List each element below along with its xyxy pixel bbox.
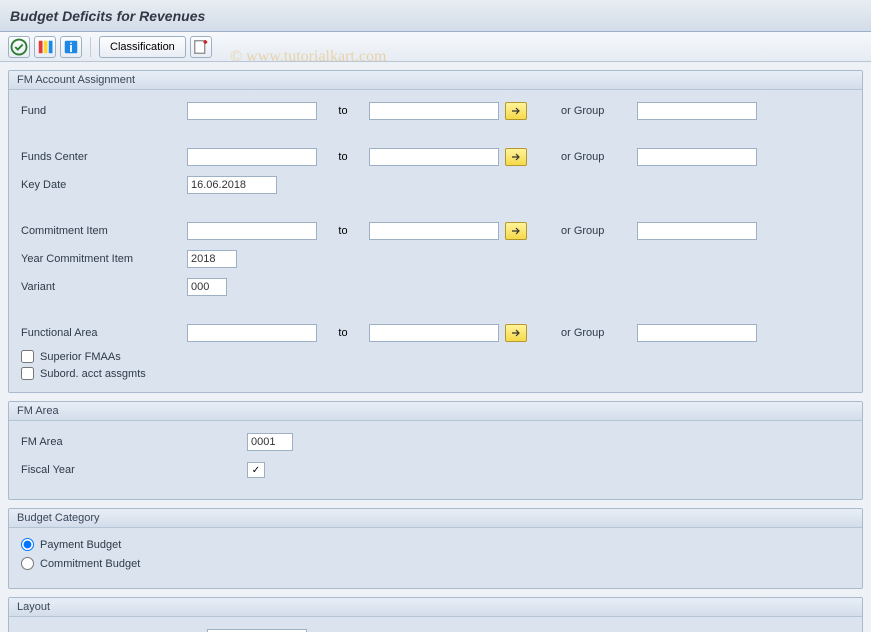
superior-fmaas-label: Superior FMAAs bbox=[40, 351, 121, 363]
checkmark-icon: ✓ bbox=[252, 465, 260, 476]
svg-text:i: i bbox=[69, 41, 72, 55]
variant-button[interactable] bbox=[34, 36, 56, 58]
commitment-budget-radio-row: Commitment Budget bbox=[21, 557, 850, 570]
budget-category-group: Budget Category Payment Budget Commitmen… bbox=[8, 508, 863, 589]
classification-button[interactable]: Classification bbox=[99, 36, 186, 58]
to-label: to bbox=[323, 151, 363, 163]
fund-label: Fund bbox=[21, 105, 181, 117]
fiscal-year-label: Fiscal Year bbox=[21, 464, 241, 476]
key-date-row: Key Date bbox=[21, 174, 850, 196]
application-toolbar: i Classification bbox=[0, 32, 871, 62]
key-date-label: Key Date bbox=[21, 179, 181, 191]
info-icon: i bbox=[61, 37, 81, 57]
or-group-label: or Group bbox=[561, 225, 631, 237]
variant-input[interactable] bbox=[187, 278, 227, 296]
commitment-item-multi-select-button[interactable] bbox=[505, 222, 527, 240]
or-group-label: or Group bbox=[561, 105, 631, 117]
fm-area-row: FM Area bbox=[21, 431, 850, 453]
arrow-right-icon bbox=[511, 226, 521, 236]
new-button[interactable] bbox=[190, 36, 212, 58]
to-label: to bbox=[323, 327, 363, 339]
or-group-label: or Group bbox=[561, 327, 631, 339]
to-label: to bbox=[323, 105, 363, 117]
commitment-item-group-input[interactable] bbox=[637, 222, 757, 240]
superior-fmaas-checkbox-row: Superior FMAAs bbox=[21, 350, 850, 363]
execute-icon bbox=[9, 37, 29, 57]
group-header-budget-cat: Budget Category bbox=[9, 509, 862, 528]
fund-to-input[interactable] bbox=[369, 102, 499, 120]
functional-area-from-input[interactable] bbox=[187, 324, 317, 342]
superior-fmaas-checkbox[interactable] bbox=[21, 350, 34, 363]
commitment-item-row: Commitment Item to or Group bbox=[21, 220, 850, 242]
year-ci-input[interactable] bbox=[187, 250, 237, 268]
funds-center-group-input[interactable] bbox=[637, 148, 757, 166]
to-label: to bbox=[323, 225, 363, 237]
fm-account-assignment-group: FM Account Assignment Fund to or Group F… bbox=[8, 70, 863, 393]
group-header-fm-area: FM Area bbox=[9, 402, 862, 421]
fund-from-input[interactable] bbox=[187, 102, 317, 120]
commitment-budget-radio[interactable] bbox=[21, 557, 34, 570]
funds-center-row: Funds Center to or Group bbox=[21, 146, 850, 168]
commitment-item-label: Commitment Item bbox=[21, 225, 181, 237]
functional-area-row: Functional Area to or Group bbox=[21, 322, 850, 344]
arrow-right-icon bbox=[511, 152, 521, 162]
payment-budget-radio[interactable] bbox=[21, 538, 34, 551]
subord-checkbox-row: Subord. acct assgmts bbox=[21, 367, 850, 380]
fund-multi-select-button[interactable] bbox=[505, 102, 527, 120]
commitment-item-to-input[interactable] bbox=[369, 222, 499, 240]
funds-center-label: Funds Center bbox=[21, 151, 181, 163]
fund-group-input[interactable] bbox=[637, 102, 757, 120]
payment-budget-label: Payment Budget bbox=[40, 539, 121, 551]
fm-area-group: FM Area FM Area Fiscal Year ✓ bbox=[8, 401, 863, 500]
execute-button[interactable] bbox=[8, 36, 30, 58]
fiscal-year-checkbox[interactable]: ✓ bbox=[247, 462, 265, 478]
title-bar: Budget Deficits for Revenues bbox=[0, 0, 871, 32]
key-date-input[interactable] bbox=[187, 176, 277, 194]
variant-label: Variant bbox=[21, 281, 181, 293]
group-header-layout: Layout bbox=[9, 598, 862, 617]
page-title: Budget Deficits for Revenues bbox=[10, 8, 205, 24]
payment-budget-radio-row: Payment Budget bbox=[21, 538, 850, 551]
fm-area-label: FM Area bbox=[21, 436, 241, 448]
functional-area-to-input[interactable] bbox=[369, 324, 499, 342]
subord-checkbox[interactable] bbox=[21, 367, 34, 380]
variant-row: Variant bbox=[21, 276, 850, 298]
functional-area-label: Functional Area bbox=[21, 327, 181, 339]
fiscal-year-row: Fiscal Year ✓ bbox=[21, 459, 850, 481]
funds-center-multi-select-button[interactable] bbox=[505, 148, 527, 166]
toolbar-separator bbox=[90, 37, 91, 57]
year-ci-label: Year Commitment Item bbox=[21, 253, 181, 265]
funds-center-to-input[interactable] bbox=[369, 148, 499, 166]
fund-row: Fund to or Group bbox=[21, 100, 850, 122]
layout-row: Layout bbox=[21, 627, 850, 632]
info-button[interactable]: i bbox=[60, 36, 82, 58]
or-group-label: or Group bbox=[561, 151, 631, 163]
commitment-budget-label: Commitment Budget bbox=[40, 558, 140, 570]
variant-icon bbox=[35, 37, 55, 57]
funds-center-from-input[interactable] bbox=[187, 148, 317, 166]
arrow-right-icon bbox=[511, 106, 521, 116]
functional-area-multi-select-button[interactable] bbox=[505, 324, 527, 342]
commitment-item-from-input[interactable] bbox=[187, 222, 317, 240]
layout-group: Layout Layout bbox=[8, 597, 863, 632]
classification-label: Classification bbox=[110, 41, 175, 53]
functional-area-group-input[interactable] bbox=[637, 324, 757, 342]
subord-label: Subord. acct assgmts bbox=[40, 368, 146, 380]
year-ci-row: Year Commitment Item bbox=[21, 248, 850, 270]
fm-area-input[interactable] bbox=[247, 433, 293, 451]
main-canvas: FM Account Assignment Fund to or Group F… bbox=[0, 62, 871, 632]
group-header-fm-assign: FM Account Assignment bbox=[9, 71, 862, 90]
new-icon bbox=[191, 37, 211, 57]
arrow-right-icon bbox=[511, 328, 521, 338]
